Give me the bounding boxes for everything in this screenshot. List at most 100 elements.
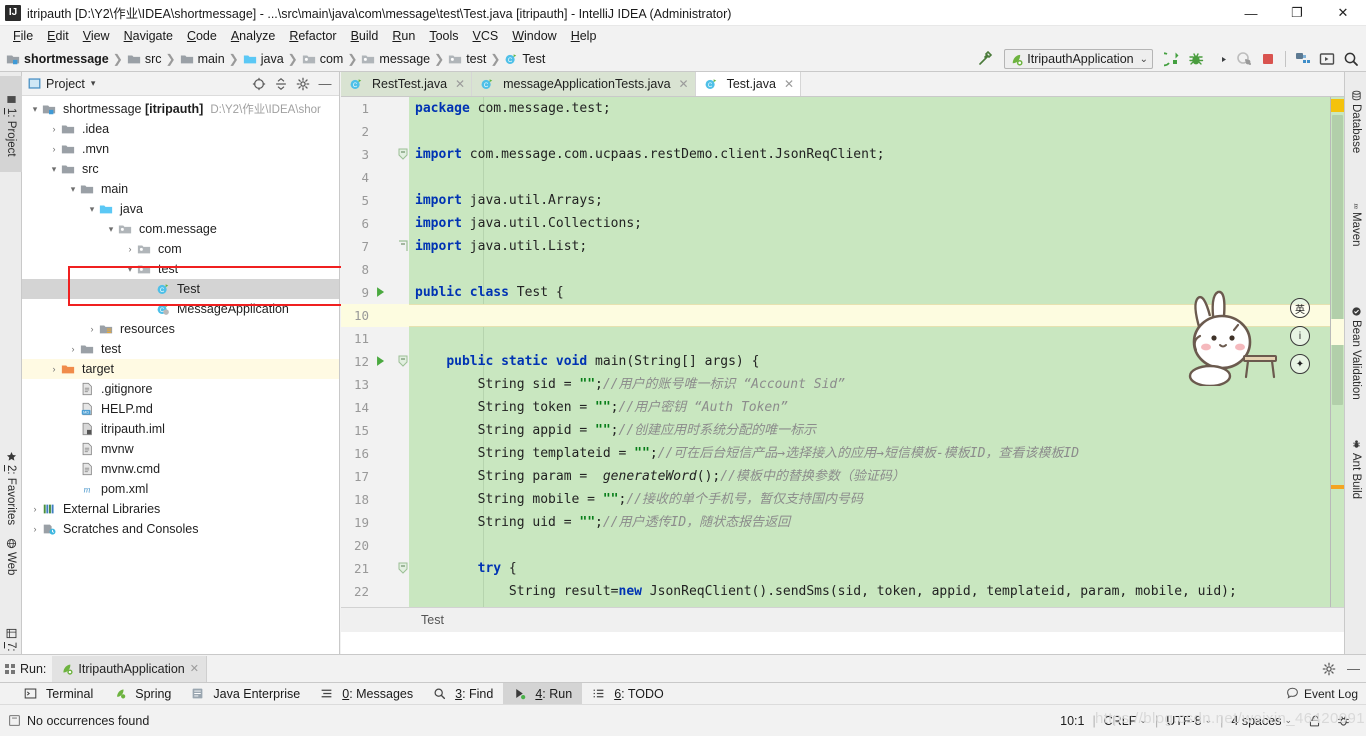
tree-node[interactable]: ▾ shortmessage [itripauth] D:\Y2\作业\IDEA\…: [22, 99, 339, 119]
tree-node[interactable]: › target: [22, 359, 339, 379]
code-line[interactable]: [409, 120, 1344, 143]
tool-window-button-run[interactable]: 4: Run: [503, 682, 583, 705]
gutter-row[interactable]: 6: [341, 212, 409, 235]
tree-node[interactable]: › test: [22, 339, 339, 359]
run-button[interactable]: [1161, 48, 1183, 70]
run-with-coverage-button[interactable]: [1209, 48, 1231, 70]
menu-item-code[interactable]: Code: [180, 27, 224, 45]
code-line[interactable]: String param = generateWord();//模板中的替换参数…: [409, 465, 1344, 488]
editor-tab-test[interactable]: C Test.java ✕: [695, 72, 802, 96]
gutter-row[interactable]: 11: [341, 327, 409, 350]
gutter-row[interactable]: 15: [341, 419, 409, 442]
gutter-row[interactable]: 19: [341, 511, 409, 534]
scrollbar-thumb[interactable]: [1332, 115, 1343, 405]
menu-item-tools[interactable]: Tools: [422, 27, 465, 45]
tool-window-button-messages[interactable]: 0: Messages: [310, 683, 423, 705]
breadcrumb-item-java[interactable]: java: [243, 52, 284, 66]
gutter-row[interactable]: 17: [341, 465, 409, 488]
run-class-icon[interactable]: [374, 285, 388, 299]
fold-collapse-icon[interactable]: [398, 148, 408, 160]
minimize-button[interactable]: —: [1228, 0, 1274, 26]
editor-tab-resttest[interactable]: C RestTest.java ✕: [341, 72, 473, 96]
gutter-row[interactable]: 1: [341, 97, 409, 120]
run-configuration-selector[interactable]: ItripauthApplication ⌄: [1004, 49, 1153, 69]
chevron-down-icon[interactable]: ▾: [123, 264, 137, 275]
project-tree[interactable]: ▾ shortmessage [itripauth] D:\Y2\作业\IDEA\…: [22, 96, 339, 654]
code-line[interactable]: String token = "";//用户密钥 “Auth Token”: [409, 396, 1344, 419]
gutter-row[interactable]: 3: [341, 143, 409, 166]
code-line[interactable]: try {: [409, 557, 1344, 580]
menu-item-build[interactable]: Build: [344, 27, 386, 45]
tree-node[interactable]: ▾ main: [22, 179, 339, 199]
stop-button[interactable]: [1257, 48, 1279, 70]
select-opened-file-icon[interactable]: [249, 74, 269, 94]
gutter-row[interactable]: 21: [341, 557, 409, 580]
maximize-button[interactable]: ❐: [1274, 0, 1320, 26]
gutter-row[interactable]: 10: [341, 304, 409, 327]
tree-node[interactable]: ▾ src: [22, 159, 339, 179]
menu-item-analyze[interactable]: Analyze: [224, 27, 282, 45]
collapse-all-icon[interactable]: [271, 74, 291, 94]
tool-window-button-terminal[interactable]: Terminal: [14, 683, 103, 705]
editor-scrollbar[interactable]: [1330, 97, 1344, 607]
chevron-right-icon[interactable]: ›: [123, 244, 137, 254]
breadcrumb-item-src[interactable]: src: [127, 52, 162, 66]
code-line[interactable]: package com.message.test;: [409, 97, 1344, 120]
chevron-right-icon[interactable]: ›: [47, 144, 61, 154]
gutter-row[interactable]: 13: [341, 373, 409, 396]
tree-node[interactable]: ▾ com.message: [22, 219, 339, 239]
tree-node[interactable]: .gitignore: [22, 379, 339, 399]
menu-item-run[interactable]: Run: [385, 27, 422, 45]
select-opened-file-button[interactable]: [1316, 48, 1338, 70]
gutter-row[interactable]: 2: [341, 120, 409, 143]
tree-node[interactable]: ▾ test: [22, 259, 339, 279]
editor-breadcrumb[interactable]: Test: [341, 607, 1344, 632]
fold-expand-icon[interactable]: [398, 240, 408, 252]
breadcrumb-item-com[interactable]: com: [302, 52, 343, 66]
run-panel-tab[interactable]: ItripauthApplication ✕: [52, 655, 207, 682]
breadcrumb-item-test[interactable]: test: [448, 52, 486, 66]
tree-node[interactable]: itripauth.iml: [22, 419, 339, 439]
fold-collapse-icon[interactable]: [398, 355, 408, 367]
close-icon[interactable]: ✕: [784, 77, 794, 91]
gutter-row[interactable]: 5: [341, 189, 409, 212]
ime-language-button[interactable]: 英: [1290, 298, 1310, 318]
right-stripe-tab-database[interactable]: Database: [1345, 78, 1366, 162]
tree-node[interactable]: › Scratches and Consoles: [22, 519, 339, 539]
chevron-right-icon[interactable]: ›: [85, 324, 99, 334]
menu-item-help[interactable]: Help: [564, 27, 604, 45]
chevron-right-icon[interactable]: ›: [47, 364, 61, 374]
chevron-right-icon[interactable]: ›: [47, 124, 61, 134]
code-line[interactable]: String uid = "";//用户透传ID，随状态报告返回: [409, 511, 1344, 534]
chevron-down-icon[interactable]: ▾: [47, 164, 61, 175]
tool-window-button-todo[interactable]: 6: TODO: [582, 683, 674, 705]
code-line[interactable]: import java.util.Arrays;: [409, 189, 1344, 212]
tree-node[interactable]: › .mvn: [22, 139, 339, 159]
drag-handle-icon[interactable]: [0, 663, 20, 674]
left-stripe-tab-favorites[interactable]: 2: Favorites: [0, 432, 22, 542]
code-line[interactable]: [409, 166, 1344, 189]
tree-node[interactable]: C Test: [22, 279, 339, 299]
code-line[interactable]: import com.message.com.ucpaas.restDemo.c…: [409, 143, 1344, 166]
breadcrumb-item-main[interactable]: main: [180, 52, 225, 66]
fold-collapse-icon[interactable]: [398, 562, 408, 574]
hide-panel-icon[interactable]: —: [315, 74, 335, 94]
tree-node[interactable]: mvnw: [22, 439, 339, 459]
menu-item-refactor[interactable]: Refactor: [282, 27, 343, 45]
editor-gutter[interactable]: 1 2 3 4 5 6 7 8 9 10 11 12 13 14 15 16 1…: [341, 97, 409, 607]
right-stripe-tab-maven[interactable]: m Maven: [1345, 190, 1366, 252]
event-log-button[interactable]: Event Log: [1286, 687, 1358, 701]
build-icon[interactable]: [974, 48, 996, 70]
gutter-row[interactable]: 8: [341, 258, 409, 281]
chevron-down-icon[interactable]: ▾: [91, 78, 96, 89]
tree-node[interactable]: mvnw.cmd: [22, 459, 339, 479]
gutter-row[interactable]: 16: [341, 442, 409, 465]
debug-button[interactable]: [1185, 48, 1207, 70]
code-line[interactable]: String appid = "";//创建应用时系统分配的唯一标示: [409, 419, 1344, 442]
settings-gear-icon[interactable]: [1319, 659, 1339, 679]
code-line[interactable]: String result=new JsonReqClient().sendSm…: [409, 580, 1344, 603]
gutter-row[interactable]: 22: [341, 580, 409, 603]
tree-node[interactable]: › External Libraries: [22, 499, 339, 519]
tool-window-button-spring[interactable]: Spring: [103, 683, 181, 705]
gutter-row[interactable]: 4: [341, 166, 409, 189]
